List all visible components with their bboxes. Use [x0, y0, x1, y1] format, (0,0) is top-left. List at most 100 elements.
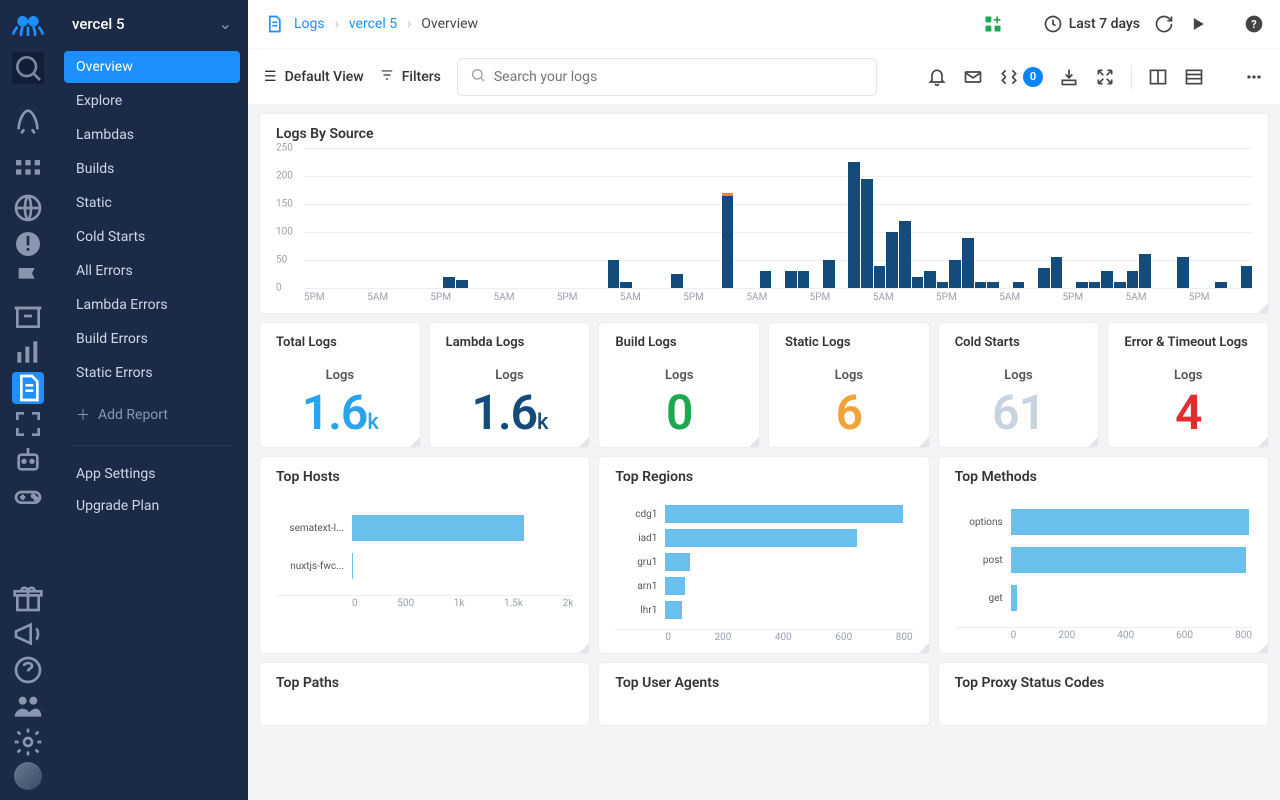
- flag-icon[interactable]: [12, 264, 44, 296]
- resize-handle[interactable]: [919, 437, 929, 447]
- layout-columns-icon[interactable]: [1148, 67, 1168, 87]
- resize-handle[interactable]: [410, 437, 420, 447]
- nav-item-lambdas[interactable]: Lambdas: [64, 119, 240, 151]
- resize-handle[interactable]: [579, 643, 589, 653]
- gamepad-icon[interactable]: [12, 480, 44, 512]
- grid-icon[interactable]: [12, 156, 44, 188]
- brackets-badge[interactable]: 0: [999, 67, 1043, 87]
- megaphone-icon[interactable]: [12, 618, 44, 650]
- resize-handle[interactable]: [1258, 437, 1268, 447]
- time-range-label: Last 7 days: [1069, 16, 1140, 32]
- project-selector[interactable]: vercel 5 ⌄: [56, 0, 248, 51]
- users-icon[interactable]: [12, 690, 44, 722]
- metric-card: Lambda Logs Logs 1.6k: [430, 323, 590, 447]
- bell-icon[interactable]: [927, 67, 947, 87]
- bar: [760, 271, 772, 288]
- fullscreen-icon[interactable]: [12, 408, 44, 440]
- more-icon[interactable]: [1244, 67, 1264, 87]
- chart-bar-icon[interactable]: [12, 336, 44, 368]
- metric-value: 1.6k: [276, 389, 404, 437]
- search-icon[interactable]: [12, 52, 44, 84]
- link-app-settings[interactable]: App Settings: [64, 458, 240, 490]
- search-input[interactable]: [494, 69, 864, 85]
- download-icon[interactable]: [1059, 67, 1079, 87]
- resize-handle[interactable]: [919, 643, 929, 653]
- bar: [949, 260, 961, 288]
- hbar: [665, 505, 903, 523]
- filters-button[interactable]: Filters: [380, 68, 441, 86]
- nav-item-cold-starts[interactable]: Cold Starts: [64, 221, 240, 253]
- nav-item-builds[interactable]: Builds: [64, 153, 240, 185]
- nav-list: OverviewExploreLambdasBuildsStaticCold S…: [56, 51, 248, 391]
- metric-card: Error & Timeout Logs Logs 4: [1108, 323, 1268, 447]
- refresh-icon[interactable]: [1154, 14, 1174, 34]
- avatar[interactable]: [14, 762, 42, 790]
- alert-icon[interactable]: [12, 228, 44, 260]
- resize-handle[interactable]: [749, 437, 759, 447]
- breadcrumb-logs[interactable]: Logs: [294, 16, 325, 32]
- nav-item-build-errors[interactable]: Build Errors: [64, 323, 240, 355]
- nav-item-static[interactable]: Static: [64, 187, 240, 219]
- expand-icon[interactable]: [1095, 67, 1115, 87]
- bar: [798, 271, 810, 288]
- metric-value: 1.6k: [446, 389, 574, 437]
- divider: [72, 445, 232, 446]
- archive-icon[interactable]: [12, 300, 44, 332]
- card-top-proxy: Top Proxy Status Codes: [939, 663, 1268, 725]
- help-icon[interactable]: [12, 654, 44, 686]
- sidebar: vercel 5 ⌄ OverviewExploreLambdasBuildsS…: [56, 0, 248, 800]
- globe-icon[interactable]: [12, 192, 44, 224]
- nav-item-explore[interactable]: Explore: [64, 85, 240, 117]
- gear-icon[interactable]: [12, 726, 44, 758]
- hbar-label: gru1: [615, 557, 665, 568]
- resize-handle[interactable]: [1088, 437, 1098, 447]
- link-upgrade-plan[interactable]: Upgrade Plan: [64, 490, 240, 522]
- metric-value: 6: [785, 389, 913, 437]
- add-report-label: Add Report: [98, 407, 168, 423]
- gift-icon[interactable]: [12, 582, 44, 614]
- robot-icon[interactable]: [12, 444, 44, 476]
- rocket-icon[interactable]: [12, 104, 44, 136]
- bar: [1013, 282, 1025, 288]
- mail-icon[interactable]: [963, 67, 983, 87]
- metric-value: 4: [1124, 389, 1252, 437]
- play-icon[interactable]: [1188, 14, 1208, 34]
- chevron-down-icon: ⌄: [219, 14, 232, 33]
- bar: [1241, 266, 1253, 288]
- divider: [1131, 65, 1132, 89]
- time-range-selector[interactable]: Last 7 days: [1043, 14, 1140, 34]
- metric-sublabel: Logs: [615, 368, 743, 383]
- metric-title: Lambda Logs: [446, 335, 574, 350]
- nav-item-static-errors[interactable]: Static Errors: [64, 357, 240, 389]
- hbar-label: cdg1: [615, 509, 665, 520]
- card-logs-by-source: Logs By Source 050100150200250 5PM5AM5PM…: [260, 114, 1268, 313]
- resize-handle[interactable]: [1258, 303, 1268, 313]
- search-box[interactable]: [457, 58, 877, 96]
- document-icon[interactable]: [12, 372, 44, 404]
- hbar: [1011, 547, 1246, 573]
- resize-handle[interactable]: [1258, 643, 1268, 653]
- plus-icon: ＋: [76, 405, 90, 425]
- layout-list-icon[interactable]: [1184, 67, 1204, 87]
- nav-item-overview[interactable]: Overview: [64, 51, 240, 83]
- nav-item-all-errors[interactable]: All Errors: [64, 255, 240, 287]
- card-title: Top Methods: [955, 469, 1252, 485]
- add-widget-icon[interactable]: [983, 14, 1003, 34]
- logo-octopus-icon[interactable]: [12, 8, 44, 40]
- nav-item-lambda-errors[interactable]: Lambda Errors: [64, 289, 240, 321]
- metric-sublabel: Logs: [785, 368, 913, 383]
- metric-sublabel: Logs: [276, 368, 404, 383]
- bar: [1177, 257, 1189, 288]
- add-report-button[interactable]: ＋ Add Report: [64, 397, 240, 433]
- metric-sublabel: Logs: [446, 368, 574, 383]
- hbar-label: sematext-l...: [276, 523, 352, 534]
- help-circle-icon[interactable]: ?: [1244, 14, 1264, 34]
- bar: [975, 282, 987, 288]
- filter-icon: [380, 68, 394, 86]
- default-view-button[interactable]: ☰ Default View: [264, 69, 364, 85]
- hbar: [1011, 509, 1249, 535]
- resize-handle[interactable]: [579, 437, 589, 447]
- metric-title: Build Logs: [615, 335, 743, 350]
- bar: [1038, 268, 1050, 288]
- breadcrumb-project[interactable]: vercel 5: [349, 16, 397, 32]
